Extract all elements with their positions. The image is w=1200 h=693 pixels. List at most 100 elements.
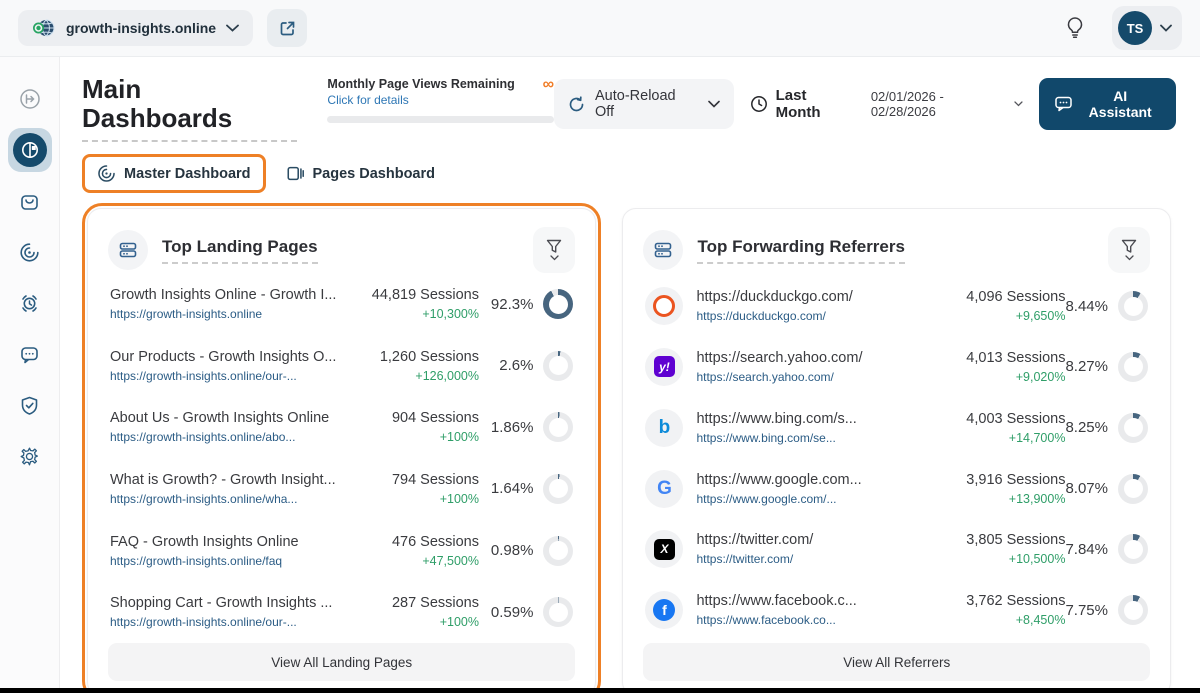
row-url[interactable]: https://growth-insights.online/abo... [110, 430, 355, 444]
twitter-x-favicon: X [645, 530, 683, 568]
list-item[interactable]: FAQ - Growth Insights Online https://gro… [110, 534, 573, 568]
top-forwarding-referrers-card: Top Forwarding Referrers https://duckdu [622, 208, 1171, 693]
row-url[interactable]: https://growth-insights.online/wha... [110, 492, 355, 506]
list-item[interactable]: Our Products - Growth Insights O... http… [110, 349, 573, 383]
chat-bubble-icon [19, 344, 40, 365]
list-item[interactable]: f https://www.facebook.c... https://www.… [645, 591, 1148, 629]
list-item[interactable]: Growth Insights Online - Growth I... htt… [110, 287, 573, 321]
site-logo-icon [32, 18, 56, 38]
row-title[interactable]: What is Growth? - Growth Insight... [110, 472, 355, 488]
period-label: Last Month [776, 87, 855, 121]
list-item[interactable]: y! https://search.yahoo.com/ https://sea… [645, 348, 1148, 386]
row-title[interactable]: https://duckduckgo.com/ [696, 289, 941, 305]
external-link-icon [279, 20, 296, 37]
sidebar-item-feedback[interactable] [8, 332, 52, 376]
filter-button[interactable] [1108, 227, 1150, 273]
auto-reload-label: Auto-Reload Off [595, 88, 698, 120]
row-url[interactable]: https://search.yahoo.com/ [696, 370, 941, 384]
row-url[interactable]: https://growth-insights.online [110, 307, 355, 321]
ai-assistant-button[interactable]: AI Assistant [1039, 78, 1176, 130]
list-item[interactable]: G https://www.google.com... https://www.… [645, 470, 1148, 508]
quota-progress-bar [327, 116, 554, 123]
row-url[interactable]: https://growth-insights.online/our-... [110, 369, 355, 383]
session-recording-icon [19, 293, 40, 314]
sidebar-item-session-recordings[interactable] [8, 281, 52, 325]
list-item[interactable]: X https://twitter.com/ https://twitter.c… [645, 530, 1148, 568]
percent-label: 7.84% [1065, 541, 1108, 558]
dashboard-icon [21, 141, 39, 159]
row-title[interactable]: https://www.google.com... [696, 472, 941, 488]
avatar: TS [1118, 11, 1152, 45]
change-percent: +10,500% [943, 552, 1065, 566]
auto-reload-dropdown[interactable]: Auto-Reload Off [554, 79, 734, 129]
donut-chart [543, 536, 573, 566]
lightbulb-icon [1065, 16, 1085, 40]
view-all-referrers-button[interactable]: View All Referrers [643, 643, 1150, 681]
donut-chart [1118, 352, 1148, 382]
percent-label: 8.27% [1065, 358, 1108, 375]
sessions-count: 904 Sessions [357, 410, 479, 426]
row-url[interactable]: https://www.bing.com/se... [696, 431, 941, 445]
sidebar-item-behaviour[interactable] [8, 230, 52, 274]
tab-pages-dashboard[interactable]: Pages Dashboard [280, 154, 448, 193]
tab-master-dashboard[interactable]: Master Dashboard [82, 154, 266, 193]
tab-label: Master Dashboard [124, 166, 251, 182]
chevron-down-icon [708, 100, 720, 108]
change-percent: +47,500% [357, 554, 479, 568]
date-range-label: 02/01/2026 - 02/28/2026 [871, 89, 1012, 119]
open-website-button[interactable] [267, 9, 307, 47]
annotation-box-landing-pages: Top Landing Pages Growth Insights Onlin [82, 203, 601, 693]
donut-chart [1118, 291, 1148, 321]
row-title[interactable]: https://www.facebook.c... [696, 593, 941, 609]
sidebar-item-dashboard[interactable] [8, 128, 52, 172]
chevron-down-icon [226, 24, 239, 32]
expand-panel-icon [19, 88, 41, 110]
site-selector[interactable]: growth-insights.online [18, 10, 253, 46]
tips-button[interactable] [1056, 9, 1094, 47]
change-percent: +14,700% [943, 431, 1065, 445]
list-item[interactable]: What is Growth? - Growth Insight... http… [110, 472, 573, 506]
view-all-landing-pages-button[interactable]: View All Landing Pages [108, 643, 575, 681]
shopping-bag-icon [19, 191, 40, 212]
date-range-picker[interactable]: 02/01/2026 - 02/28/2026 [871, 89, 1024, 119]
list-item[interactable]: https://duckduckgo.com/ https://duckduck… [645, 287, 1148, 325]
row-url[interactable]: https://growth-insights.online/faq [110, 554, 355, 568]
server-icon [653, 240, 673, 260]
reload-icon [568, 96, 585, 113]
sidebar-expand-button[interactable] [8, 77, 52, 121]
donut-chart [1118, 595, 1148, 625]
sidebar-item-privacy[interactable] [8, 383, 52, 427]
row-title[interactable]: About Us - Growth Insights Online [110, 410, 355, 426]
list-item[interactable]: Shopping Cart - Growth Insights ... http… [110, 595, 573, 629]
row-url[interactable]: https://duckduckgo.com/ [696, 309, 941, 323]
quota-label: Monthly Page Views Remaining [327, 77, 514, 91]
duckduckgo-favicon [645, 287, 683, 325]
percent-label: 0.98% [491, 542, 534, 559]
row-title[interactable]: https://www.bing.com/s... [696, 411, 941, 427]
sidebar-item-ecommerce[interactable] [8, 179, 52, 223]
percent-label: 92.3% [491, 296, 534, 313]
donut-chart [1118, 474, 1148, 504]
row-title[interactable]: Shopping Cart - Growth Insights ... [110, 595, 355, 611]
row-title[interactable]: FAQ - Growth Insights Online [110, 534, 355, 550]
chevron-down-icon [1125, 255, 1134, 261]
filter-button[interactable] [533, 227, 575, 273]
row-url[interactable]: https://growth-insights.online/our-... [110, 615, 355, 629]
widget-icon-circle [108, 230, 148, 270]
row-title[interactable]: https://twitter.com/ [696, 532, 941, 548]
row-title[interactable]: Our Products - Growth Insights O... [110, 349, 355, 365]
row-title[interactable]: https://search.yahoo.com/ [696, 350, 941, 366]
row-url[interactable]: https://www.facebook.co... [696, 613, 941, 627]
top-landing-pages-card: Top Landing Pages Growth Insights Onlin [87, 208, 596, 693]
sessions-count: 4,003 Sessions [943, 411, 1065, 427]
sessions-count: 794 Sessions [357, 472, 479, 488]
quota-details-link[interactable]: Click for details [327, 93, 514, 107]
row-title[interactable]: Growth Insights Online - Growth I... [110, 287, 355, 303]
list-item[interactable]: b https://www.bing.com/s... https://www.… [645, 409, 1148, 447]
account-menu[interactable]: TS [1112, 6, 1182, 50]
period-selector[interactable]: Last Month [750, 87, 855, 121]
row-url[interactable]: https://twitter.com/ [696, 552, 941, 566]
sidebar-item-settings[interactable] [8, 434, 52, 478]
row-url[interactable]: https://www.google.com/... [696, 492, 941, 506]
list-item[interactable]: About Us - Growth Insights Online https:… [110, 410, 573, 444]
